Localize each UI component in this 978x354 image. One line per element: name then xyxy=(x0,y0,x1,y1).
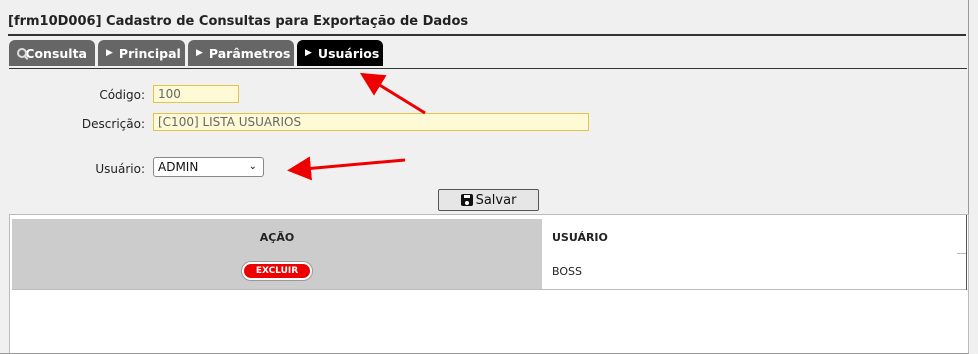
window-frame: [frm10D006] Cadastro de Consultas para E… xyxy=(0,0,969,354)
annotation-arrows xyxy=(287,72,426,181)
arrow-icon xyxy=(359,72,426,115)
arrow-icon xyxy=(287,156,406,181)
